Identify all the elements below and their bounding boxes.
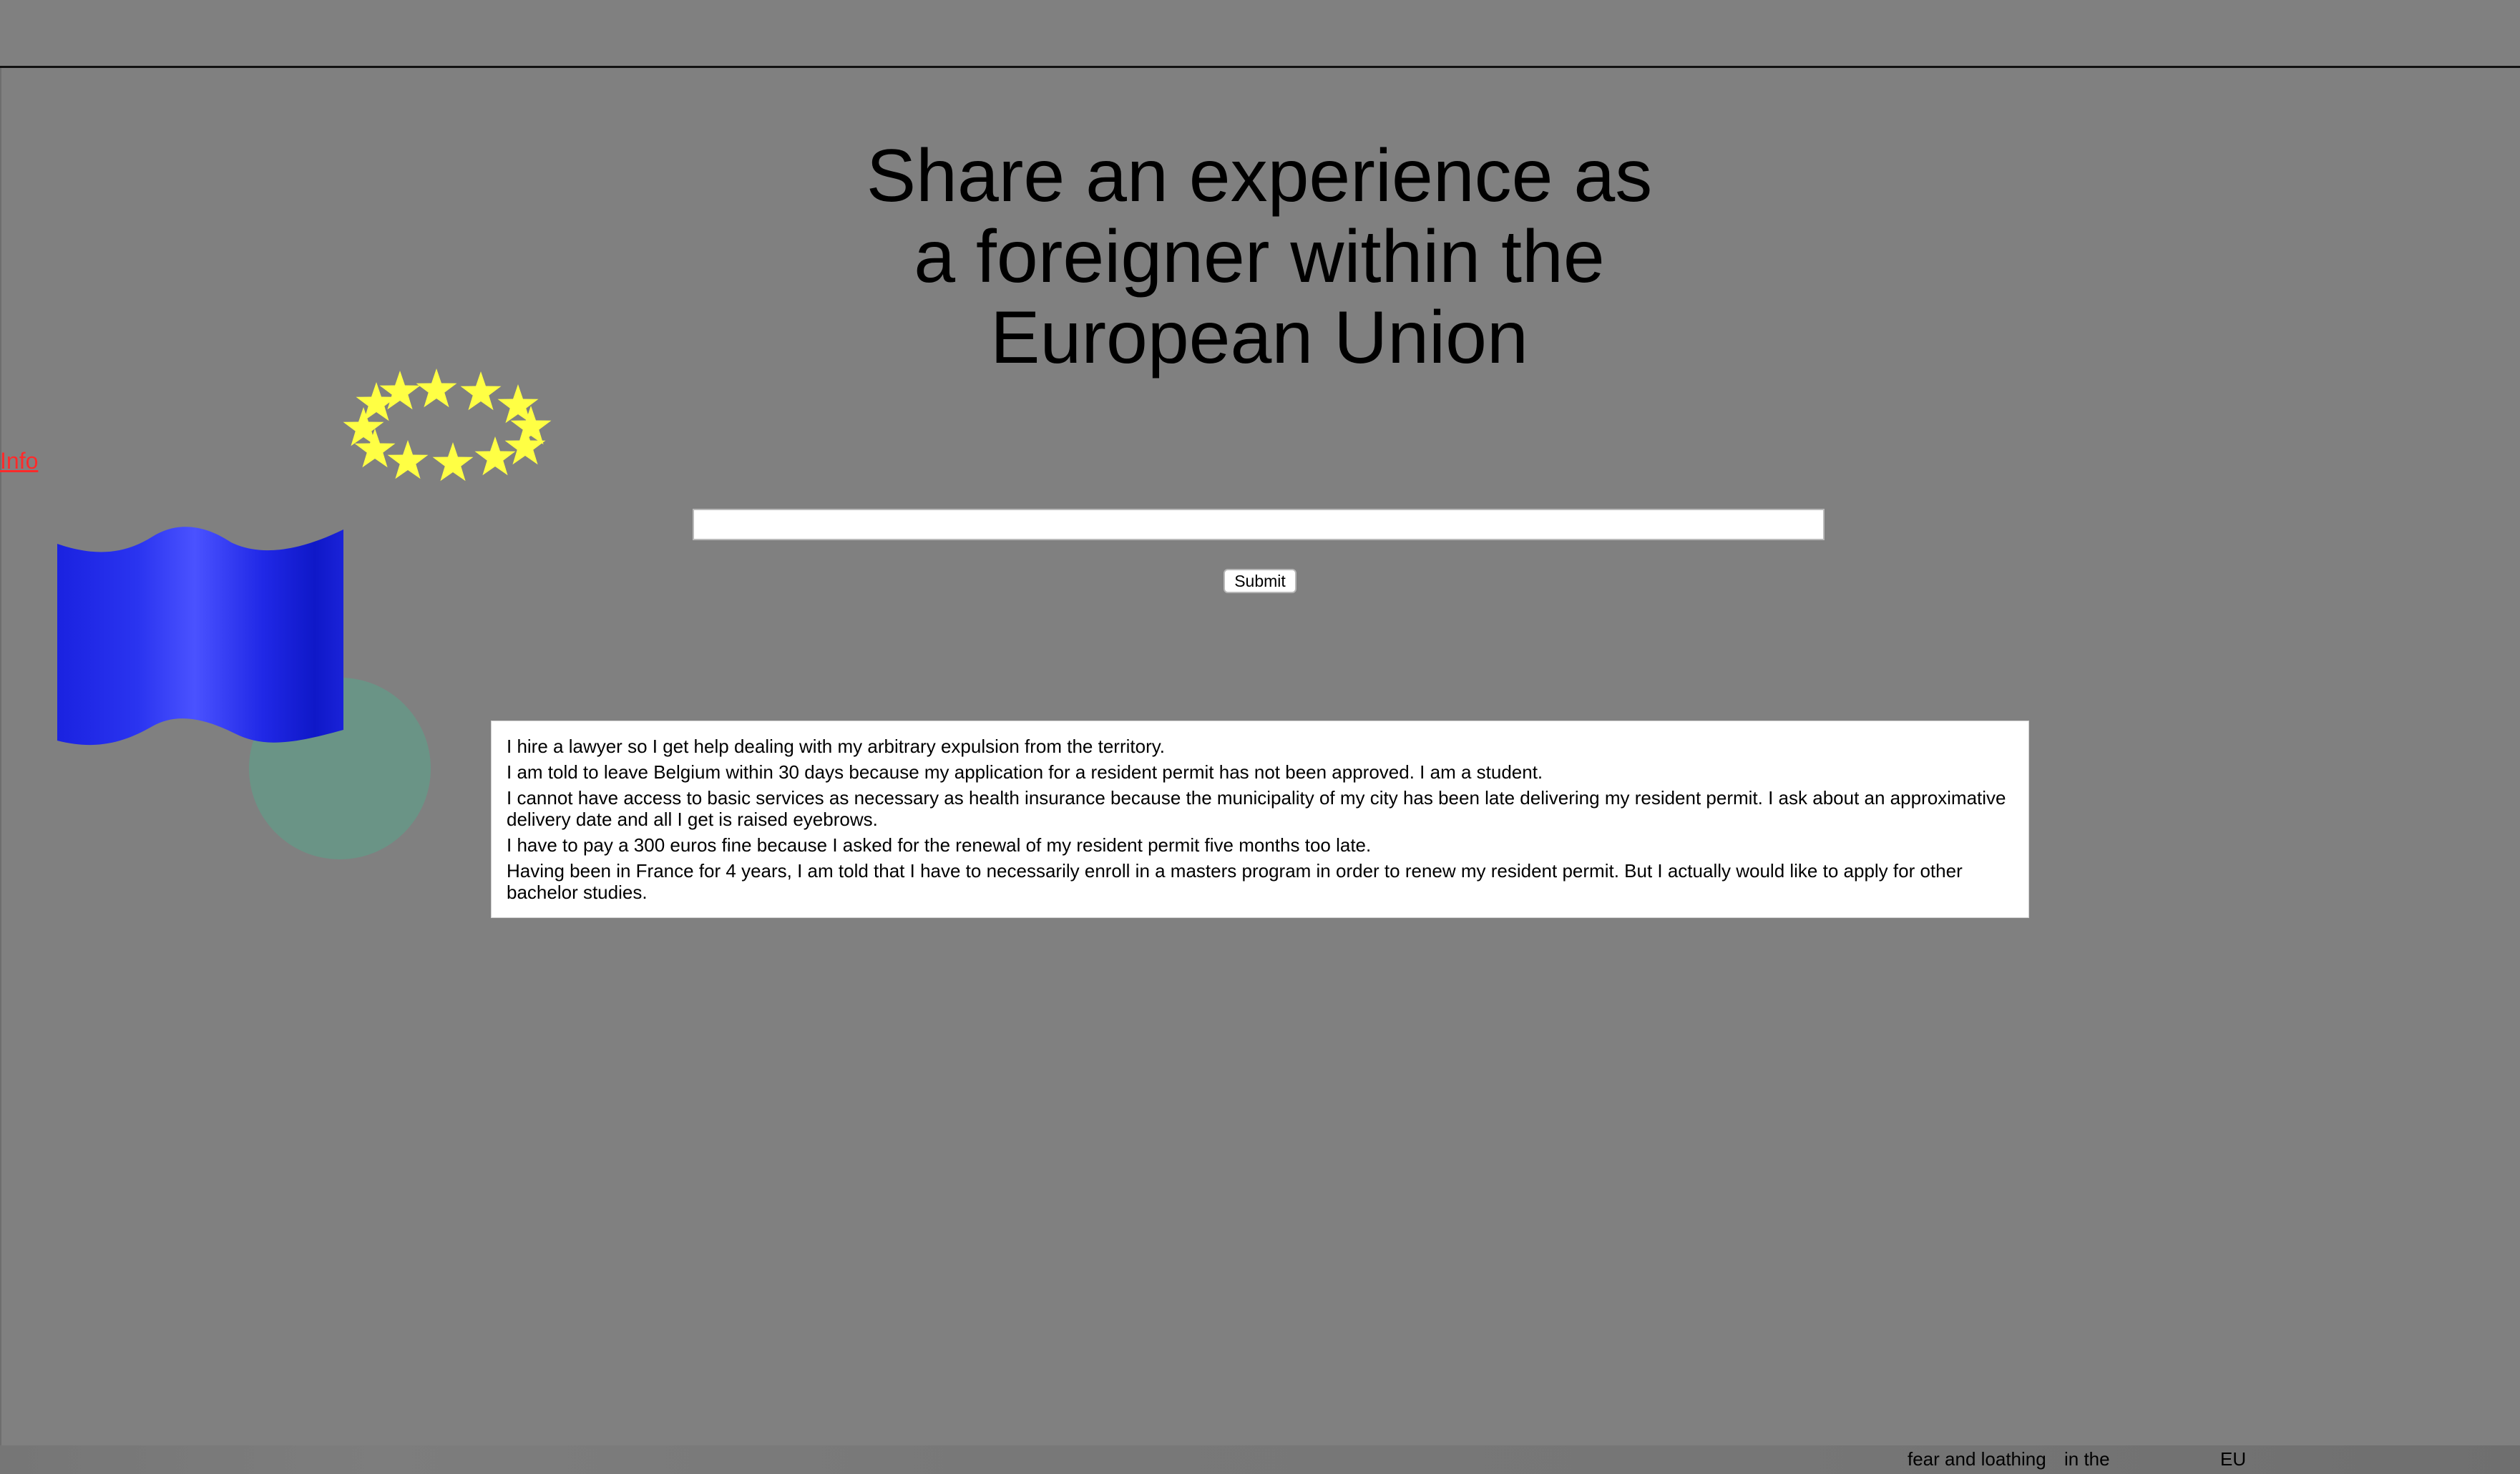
list-item: I cannot have access to basic services a… xyxy=(507,787,2006,830)
eu-stars-ring xyxy=(343,368,552,482)
footer-text-part3: EU xyxy=(2220,1448,2247,1470)
title-line-3: European Union xyxy=(990,296,1528,379)
left-border xyxy=(0,68,1,1445)
footer-text-part2: in the xyxy=(2064,1448,2110,1470)
title-line-2: a foreigner within the xyxy=(914,215,1605,298)
top-divider xyxy=(0,66,2520,68)
star-icon xyxy=(416,368,457,408)
submit-button[interactable]: Submit xyxy=(1224,569,1296,593)
title-line-1: Share an experience as xyxy=(866,135,1653,218)
star-icon xyxy=(460,371,502,411)
list-item: I have to pay a 300 euros fine because I… xyxy=(507,834,1372,856)
star-icon xyxy=(432,442,474,482)
list-item: Having been in France for 4 years, I am … xyxy=(507,860,1963,903)
list-item: I am told to leave Belgium within 30 day… xyxy=(507,761,1543,783)
info-link[interactable]: Info xyxy=(0,448,38,474)
footer-bar xyxy=(0,1445,2520,1474)
footer-text-part1: fear and loathing xyxy=(1908,1448,2046,1470)
experiences-list: I hire a lawyer so I get help dealing wi… xyxy=(491,721,2029,918)
page: Share an experience as a foreigner withi… xyxy=(0,0,2520,1474)
eu-flag-icon xyxy=(57,527,343,746)
page-title: Share an experience as a foreigner withi… xyxy=(830,136,1689,379)
star-icon xyxy=(387,440,429,479)
list-item: I hire a lawyer so I get help dealing wi… xyxy=(507,736,1166,757)
experience-input[interactable] xyxy=(693,509,1825,540)
